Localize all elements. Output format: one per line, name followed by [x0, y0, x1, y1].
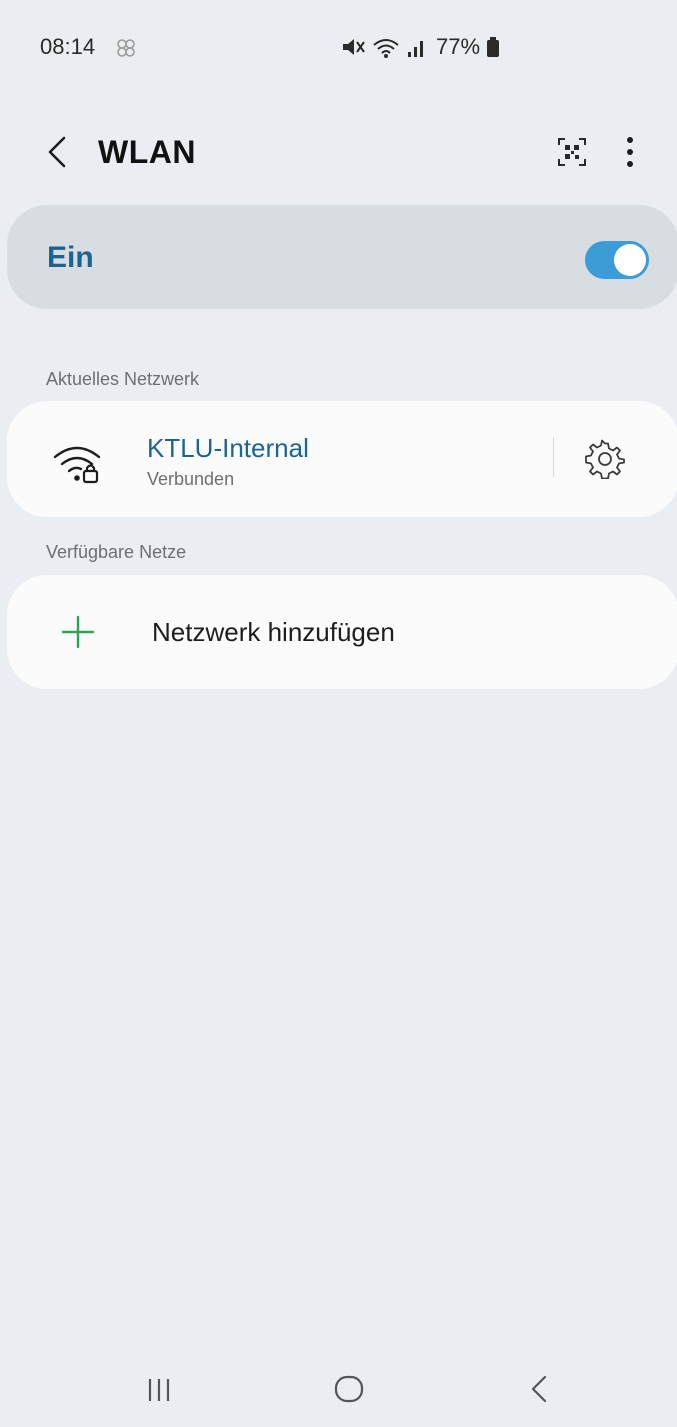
- network-name: KTLU-Internal: [147, 433, 309, 463]
- wifi-status-icon: [373, 39, 399, 58]
- status-icons: 77%: [340, 32, 500, 62]
- switch-knob: [614, 244, 646, 276]
- notification-pinwheel-icon: [117, 39, 135, 57]
- back-chevron-icon[interactable]: [40, 134, 74, 170]
- more-vertical-icon[interactable]: [616, 134, 644, 170]
- system-nav-bar: [0, 1370, 677, 1410]
- cell-signal-icon: [408, 41, 423, 57]
- current-network-section-label: Aktuelles Netzwerk: [46, 369, 200, 389]
- plus-icon: [61, 615, 95, 649]
- wlan-toggle-card[interactable]: Ein: [7, 205, 677, 309]
- wifi-secured-icon: [53, 446, 101, 484]
- wlan-settings-screen: 08:14 77% WLAN Ein Aktuelles Netzwerk KT…: [0, 0, 677, 1427]
- qr-scan-icon[interactable]: [556, 136, 588, 168]
- wlan-toggle-label: Ein: [47, 241, 94, 274]
- app-header: WLAN: [0, 120, 677, 184]
- mute-icon: [343, 39, 365, 55]
- current-network-item[interactable]: KTLU-Internal Verbunden: [7, 401, 677, 517]
- page-title: WLAN: [98, 134, 196, 170]
- recent-apps-icon[interactable]: [144, 1376, 174, 1404]
- battery-percent: 77%: [436, 34, 481, 59]
- divider: [553, 437, 554, 477]
- settings-gear-icon[interactable]: [585, 439, 625, 479]
- add-network-label: Netzwerk hinzufügen: [152, 617, 395, 647]
- network-status: Verbunden: [147, 469, 235, 489]
- add-network-button[interactable]: Netzwerk hinzufügen: [7, 575, 677, 689]
- status-bar: 08:14 77%: [40, 30, 637, 66]
- battery-icon: [487, 37, 500, 57]
- home-icon[interactable]: [333, 1374, 365, 1404]
- nav-back-icon[interactable]: [528, 1374, 550, 1404]
- status-time: 08:14: [40, 34, 96, 59]
- available-networks-section-label: Verfügbare Netze: [46, 542, 187, 562]
- wlan-toggle-switch[interactable]: [585, 241, 649, 279]
